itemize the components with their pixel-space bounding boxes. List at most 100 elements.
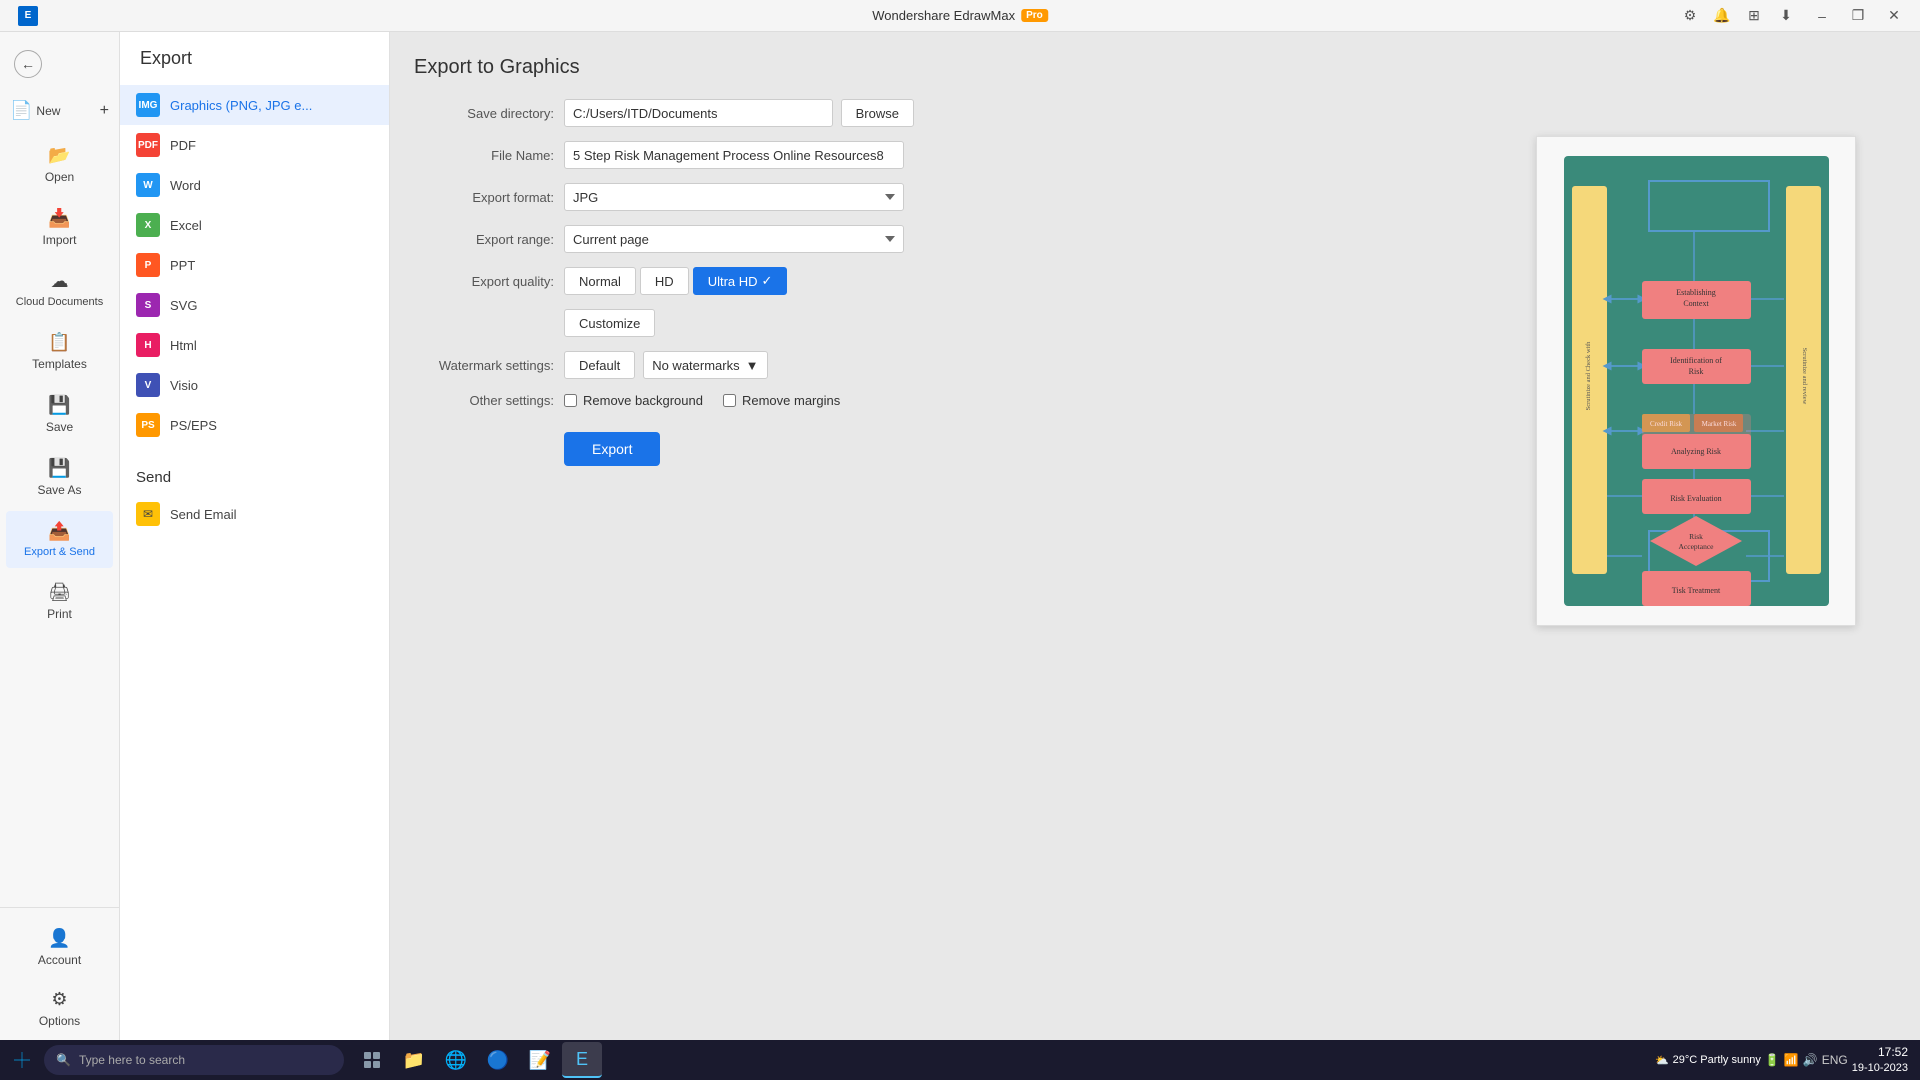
taskview-button[interactable] bbox=[352, 1042, 392, 1078]
send-title: Send bbox=[120, 461, 389, 494]
format-label: Graphics (PNG, JPG e... bbox=[170, 98, 312, 113]
save-icon: 💾 bbox=[48, 395, 70, 416]
sidebar-item-label: Open bbox=[45, 170, 74, 184]
chevron-icon: ▼ bbox=[746, 358, 759, 373]
file-explorer-app[interactable]: 📁 bbox=[394, 1042, 434, 1078]
sidebar-item-export[interactable]: 📤 Export & Send bbox=[6, 511, 113, 568]
other-settings-row: Other settings: Remove background Remove… bbox=[414, 393, 1114, 408]
format-item-ps[interactable]: PS PS/EPS bbox=[120, 405, 389, 445]
weather-text: 29°C Partly sunny bbox=[1673, 1054, 1761, 1066]
svg-text:Analyzing Risk: Analyzing Risk bbox=[1671, 447, 1721, 456]
bell-icon[interactable]: 🔔 bbox=[1708, 2, 1736, 30]
sidebar-item-label: Save bbox=[46, 420, 73, 434]
export-format-label: Export format: bbox=[414, 190, 554, 205]
sidebar-item-print[interactable]: 🖨 Print bbox=[6, 572, 113, 631]
format-item-visio[interactable]: V Visio bbox=[120, 365, 389, 405]
format-icon-ppt: P bbox=[136, 253, 160, 277]
new-icon: 📄 bbox=[10, 100, 32, 121]
export-range-label: Export range: bbox=[414, 232, 554, 247]
export-button[interactable]: Export bbox=[564, 432, 660, 466]
format-item-word[interactable]: W Word bbox=[120, 165, 389, 205]
format-label: PS/EPS bbox=[170, 418, 217, 433]
edraw-app[interactable]: E bbox=[562, 1042, 602, 1078]
templates-icon: 📋 bbox=[48, 332, 70, 353]
send-label: Send Email bbox=[170, 507, 236, 522]
print-icon: 🖨 bbox=[48, 582, 71, 603]
export-range-select[interactable]: Current page All pages Selected bbox=[564, 225, 904, 253]
export-icon: 📤 bbox=[48, 521, 70, 542]
close-button[interactable]: ✕ bbox=[1880, 2, 1908, 30]
start-button[interactable] bbox=[4, 1042, 40, 1078]
sidebar-item-cloud[interactable]: ☁ Cloud Documents bbox=[6, 261, 113, 318]
format-item-graphics[interactable]: IMG Graphics (PNG, JPG e... bbox=[120, 85, 389, 125]
back-button[interactable]: ← bbox=[6, 42, 113, 86]
settings-icon[interactable]: ⚙ bbox=[1676, 2, 1704, 30]
grid-icon[interactable]: ⊞ bbox=[1740, 2, 1768, 30]
svg-text:Scrutinize and review: Scrutinize and review bbox=[1801, 348, 1808, 405]
quality-hd-button[interactable]: HD bbox=[640, 267, 689, 295]
minimize-button[interactable]: – bbox=[1808, 2, 1836, 30]
remove-background-checkbox[interactable]: Remove background bbox=[564, 393, 703, 408]
file-name-input[interactable] bbox=[564, 141, 904, 169]
format-item-excel[interactable]: X Excel bbox=[120, 205, 389, 245]
sidebar-item-label: Account bbox=[38, 953, 81, 967]
format-item-pdf[interactable]: PDF PDF bbox=[120, 125, 389, 165]
sidebar-item-import[interactable]: 📥 Import bbox=[6, 198, 113, 257]
send-email-item[interactable]: ✉ Send Email bbox=[120, 494, 389, 534]
quality-normal-button[interactable]: Normal bbox=[564, 267, 636, 295]
remove-background-input[interactable] bbox=[564, 394, 577, 407]
format-item-html[interactable]: H Html bbox=[120, 325, 389, 365]
sidebar-item-save[interactable]: 💾 Save bbox=[6, 385, 113, 444]
pro-badge: Pro bbox=[1021, 9, 1048, 22]
sidebar-item-label: New bbox=[36, 104, 60, 118]
sidebar-item-label: Options bbox=[39, 1014, 80, 1028]
taskbar-apps: 📁 🌐 🔵 📝 E bbox=[352, 1042, 602, 1078]
watermark-default-button[interactable]: Default bbox=[564, 351, 635, 379]
export-format-select[interactable]: JPG PNG BMP TIFF GIF bbox=[564, 183, 904, 211]
customize-button[interactable]: Customize bbox=[564, 309, 655, 337]
sidebar-item-open[interactable]: 📂 Open bbox=[6, 135, 113, 194]
format-icon-html: H bbox=[136, 333, 160, 357]
chrome-app[interactable]: 🔵 bbox=[478, 1042, 518, 1078]
taskbar-search[interactable]: 🔍 Type here to search bbox=[44, 1045, 344, 1075]
preview-inner: Establishing Context Identification of R… bbox=[1537, 137, 1855, 625]
format-item-ppt[interactable]: P PPT bbox=[120, 245, 389, 285]
diagram-svg: Establishing Context Identification of R… bbox=[1564, 156, 1829, 606]
checkmark-icon: ✓ bbox=[762, 273, 773, 289]
svg-text:Establishing: Establishing bbox=[1676, 288, 1716, 297]
sidebar-item-templates[interactable]: 📋 Templates bbox=[6, 322, 113, 381]
other-settings-label: Other settings: bbox=[414, 393, 554, 408]
language-indicator: ENG bbox=[1822, 1053, 1848, 1067]
sidebar-item-account[interactable]: 👤 Account bbox=[6, 918, 113, 977]
account-icon: 👤 bbox=[48, 928, 70, 949]
sidebar-item-new[interactable]: 📄 New + bbox=[6, 90, 113, 131]
svg-text:Identification of: Identification of bbox=[1670, 356, 1722, 365]
file-name-control bbox=[564, 141, 914, 169]
remove-margins-checkbox[interactable]: Remove margins bbox=[723, 393, 840, 408]
export-quality-row: Export quality: Normal HD Ultra HD ✓ bbox=[414, 267, 1114, 295]
format-label: PPT bbox=[170, 258, 195, 273]
sidebar-item-label: Import bbox=[42, 233, 76, 247]
sidebar-item-options[interactable]: ⚙ Options bbox=[6, 979, 113, 1038]
word-app[interactable]: 📝 bbox=[520, 1042, 560, 1078]
watermark-select[interactable]: No watermarks ▼ bbox=[643, 351, 767, 379]
form-section: Export to Graphics Save directory: Brows… bbox=[414, 56, 1114, 466]
quality-buttons: Normal HD Ultra HD ✓ bbox=[564, 267, 914, 295]
restore-button[interactable]: ❐ bbox=[1844, 2, 1872, 30]
remove-margins-label: Remove margins bbox=[742, 393, 840, 408]
format-label: Html bbox=[170, 338, 197, 353]
sidebar-item-label: Save As bbox=[37, 483, 81, 497]
svg-text:Scrutinize and Check with: Scrutinize and Check with bbox=[1585, 341, 1592, 411]
quality-ultra-hd-button[interactable]: Ultra HD ✓ bbox=[693, 267, 788, 295]
download-icon[interactable]: ⬇ bbox=[1772, 2, 1800, 30]
email-icon: ✉ bbox=[136, 502, 160, 526]
browse-button[interactable]: Browse bbox=[841, 99, 914, 127]
save-directory-input[interactable] bbox=[564, 99, 833, 127]
format-item-svg[interactable]: S SVG bbox=[120, 285, 389, 325]
watermark-label: Watermark settings: bbox=[414, 358, 554, 373]
other-settings-control: Remove background Remove margins bbox=[564, 393, 914, 408]
sidebar-item-save-as[interactable]: 💾 Save As bbox=[6, 448, 113, 507]
edge-app[interactable]: 🌐 bbox=[436, 1042, 476, 1078]
search-icon: 🔍 bbox=[56, 1053, 71, 1067]
remove-margins-input[interactable] bbox=[723, 394, 736, 407]
